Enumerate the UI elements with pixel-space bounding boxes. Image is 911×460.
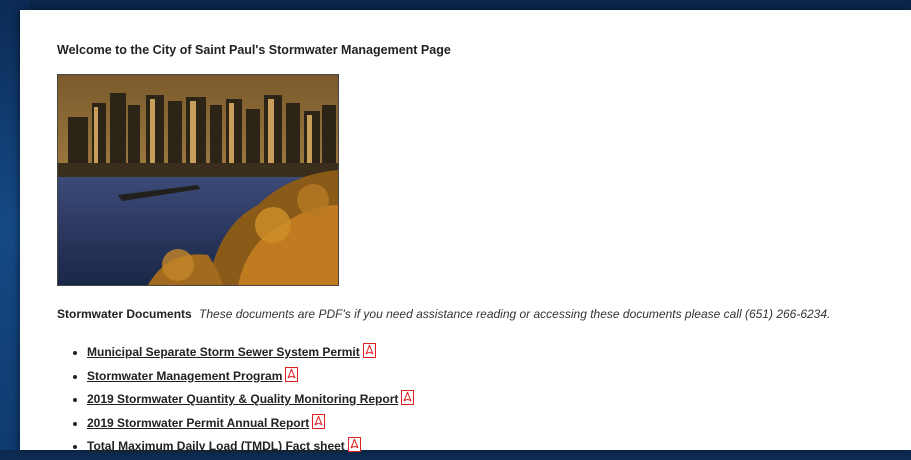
pdf-icon[interactable] bbox=[285, 366, 299, 382]
list-item: Municipal Separate Storm Sewer System Pe… bbox=[87, 342, 414, 366]
list-item: Total Maximum Daily Load (TMDL) Fact she… bbox=[87, 436, 414, 460]
content-panel: Welcome to the City of Saint Paul's Stor… bbox=[20, 10, 911, 453]
top-band bbox=[0, 0, 911, 10]
list-item: 2019 Stormwater Quantity & Quality Monit… bbox=[87, 389, 415, 413]
documents-note: These documents are PDF's if you need as… bbox=[199, 307, 831, 321]
document-link[interactable]: 2019 Stormwater Quantity & Quality Monit… bbox=[87, 392, 398, 406]
list-item: 2019 Stormwater Permit Annual Report bbox=[87, 413, 414, 437]
documents-intro: Stormwater Documents These documents are… bbox=[57, 307, 830, 321]
skyline-photo bbox=[57, 74, 339, 286]
pdf-icon[interactable] bbox=[312, 413, 326, 429]
documents-heading: Stormwater Documents bbox=[57, 307, 192, 321]
document-link[interactable]: Municipal Separate Storm Sewer System Pe… bbox=[87, 345, 360, 359]
page-title: Welcome to the City of Saint Paul's Stor… bbox=[57, 43, 451, 57]
pdf-icon[interactable] bbox=[362, 343, 376, 358]
document-link[interactable]: Stormwater Management Program bbox=[87, 369, 282, 383]
document-link[interactable]: 2019 Stormwater Permit Annual Report bbox=[87, 416, 309, 430]
pdf-icon[interactable] bbox=[401, 390, 415, 405]
list-item: Stormwater Management Program bbox=[87, 366, 414, 390]
document-link[interactable]: Total Maximum Daily Load (TMDL) Fact she… bbox=[87, 439, 345, 453]
documents-list: Municipal Separate Storm Sewer System Pe… bbox=[57, 342, 415, 460]
